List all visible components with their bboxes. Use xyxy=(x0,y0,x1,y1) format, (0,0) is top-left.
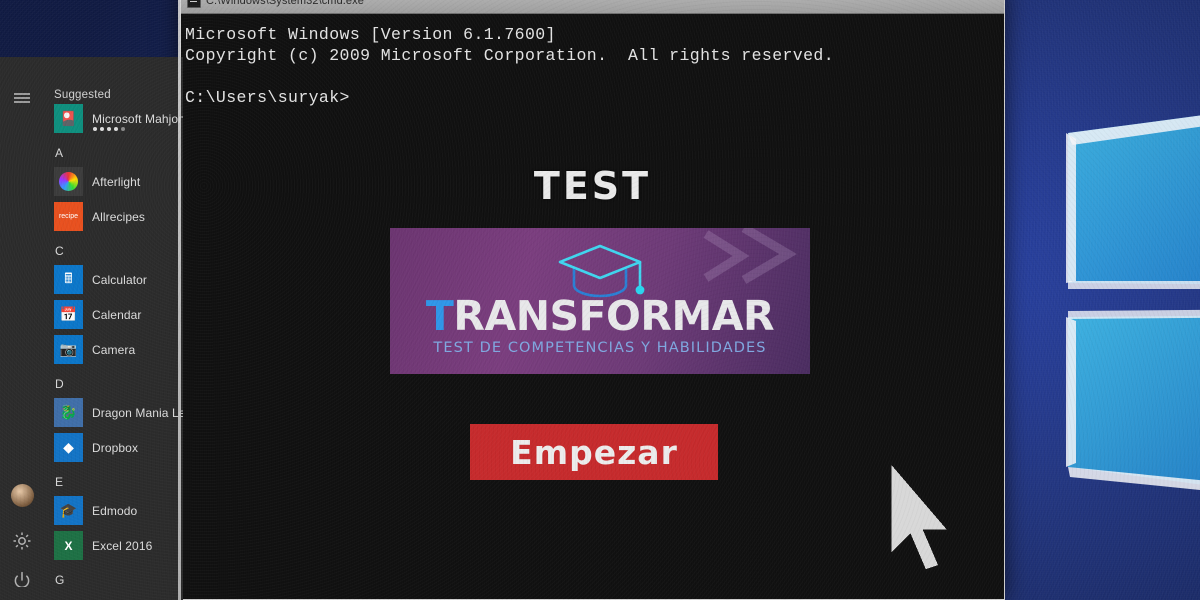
allrecipes-icon: recipe xyxy=(54,202,83,231)
camera-icon: 📷 xyxy=(54,335,83,364)
start-menu-rail xyxy=(0,57,44,600)
start-menu-item-mahjong[interactable]: 🎴 Microsoft Mahjong xyxy=(44,101,183,136)
start-menu-item-label: Allrecipes xyxy=(92,209,146,224)
empezar-button[interactable]: Empezar xyxy=(470,424,718,480)
calculator-icon: 🖩 xyxy=(54,265,83,294)
group-letter-e: E xyxy=(55,475,64,489)
start-menu-item-label: Afterlight xyxy=(92,174,141,189)
gear-icon[interactable] xyxy=(11,530,33,552)
mouse-pointer-cursor xyxy=(888,461,954,573)
slide-title: TEST xyxy=(533,164,652,208)
calculator-glyph: 🖩 xyxy=(64,269,73,286)
mahjong-glyph: 🎴 xyxy=(59,110,78,126)
presentation-slide: TEST TRANSFORMAR TEST DE COMPETENCIAS Y … xyxy=(180,14,1005,600)
dragon-glyph: 🐉 xyxy=(59,404,78,420)
banner-subtitle: TEST DE COMPETENCIAS Y HABILIDADES xyxy=(433,340,767,356)
start-menu[interactable]: Suggested 🎴 Microsoft Mahjong A Afterlig… xyxy=(0,57,183,600)
edmodo-glyph: 🎓 xyxy=(59,502,78,518)
start-menu-item-dragon-mania[interactable]: 🐉 Dragon Mania Legends xyxy=(44,395,183,430)
calendar-icon: 📅 xyxy=(54,300,83,329)
transformar-banner: TRANSFORMAR TEST DE COMPETENCIAS Y HABIL… xyxy=(390,228,810,374)
excel-icon: X xyxy=(54,531,83,560)
afterlight-glyph xyxy=(59,172,78,191)
suggested-header: Suggested xyxy=(54,89,111,101)
calendar-glyph: 📅 xyxy=(59,306,78,322)
start-menu-app-list[interactable]: Suggested 🎴 Microsoft Mahjong A Afterlig… xyxy=(44,57,183,600)
start-menu-item-label: Edmodo xyxy=(92,503,138,518)
start-menu-item-calendar[interactable]: 📅 Calendar xyxy=(44,297,183,332)
start-menu-item-excel[interactable]: X Excel 2016 xyxy=(44,528,183,563)
start-menu-item-label: Dragon Mania Legends xyxy=(92,405,183,420)
console-window-title: C:\Windows\System32\cmd.exe xyxy=(206,0,364,7)
console-icon xyxy=(187,0,201,8)
group-letter-c: C xyxy=(55,244,64,258)
window-edge-divider xyxy=(178,0,181,600)
screen: C:\Windows\System32\cmd.exe Microsoft Wi… xyxy=(0,0,1200,600)
allrecipes-glyph: recipe xyxy=(58,213,79,220)
start-menu-item-label: Excel 2016 xyxy=(92,538,153,553)
mahjong-icon: 🎴 xyxy=(54,104,83,133)
console-titlebar[interactable]: C:\Windows\System32\cmd.exe xyxy=(181,0,1004,14)
dropbox-glyph: ◆ xyxy=(63,439,74,455)
banner-word-rest: RANSFORMAR xyxy=(453,292,775,340)
rating-stars xyxy=(93,127,125,131)
dragon-icon: 🐉 xyxy=(54,398,83,427)
start-menu-item-edmodo[interactable]: 🎓 Edmodo xyxy=(44,493,183,528)
start-menu-item-label: Microsoft Mahjong xyxy=(92,111,183,126)
group-letter-a: A xyxy=(55,146,64,160)
afterlight-icon xyxy=(54,167,83,196)
banner-initial: T xyxy=(425,292,454,340)
camera-glyph: 📷 xyxy=(59,341,78,357)
excel-glyph: X xyxy=(64,538,73,553)
banner-wordmark: TRANSFORMAR xyxy=(390,294,810,338)
dropbox-icon: ◆ xyxy=(54,433,83,462)
start-menu-item-label: Camera xyxy=(92,342,136,357)
start-menu-item-label: Dropbox xyxy=(92,440,139,455)
start-menu-bottom-edge xyxy=(0,587,183,600)
group-letter-d: D xyxy=(55,377,64,391)
start-menu-item-allrecipes[interactable]: recipe Allrecipes xyxy=(44,199,183,234)
user-avatar[interactable] xyxy=(11,484,34,507)
start-menu-item-label: Calendar xyxy=(92,307,142,322)
edmodo-icon: 🎓 xyxy=(54,496,83,525)
windows-logo-icon xyxy=(1066,115,1200,490)
start-menu-item-dropbox[interactable]: ◆ Dropbox xyxy=(44,430,183,465)
start-menu-item-camera[interactable]: 📷 Camera xyxy=(44,332,183,367)
empezar-button-label: Empezar xyxy=(510,432,678,472)
start-menu-item-label: Calculator xyxy=(92,272,148,287)
hamburger-menu-icon[interactable] xyxy=(11,87,33,109)
start-menu-item-calculator[interactable]: 🖩 Calculator xyxy=(44,262,183,297)
start-menu-item-afterlight[interactable]: Afterlight xyxy=(44,164,183,199)
